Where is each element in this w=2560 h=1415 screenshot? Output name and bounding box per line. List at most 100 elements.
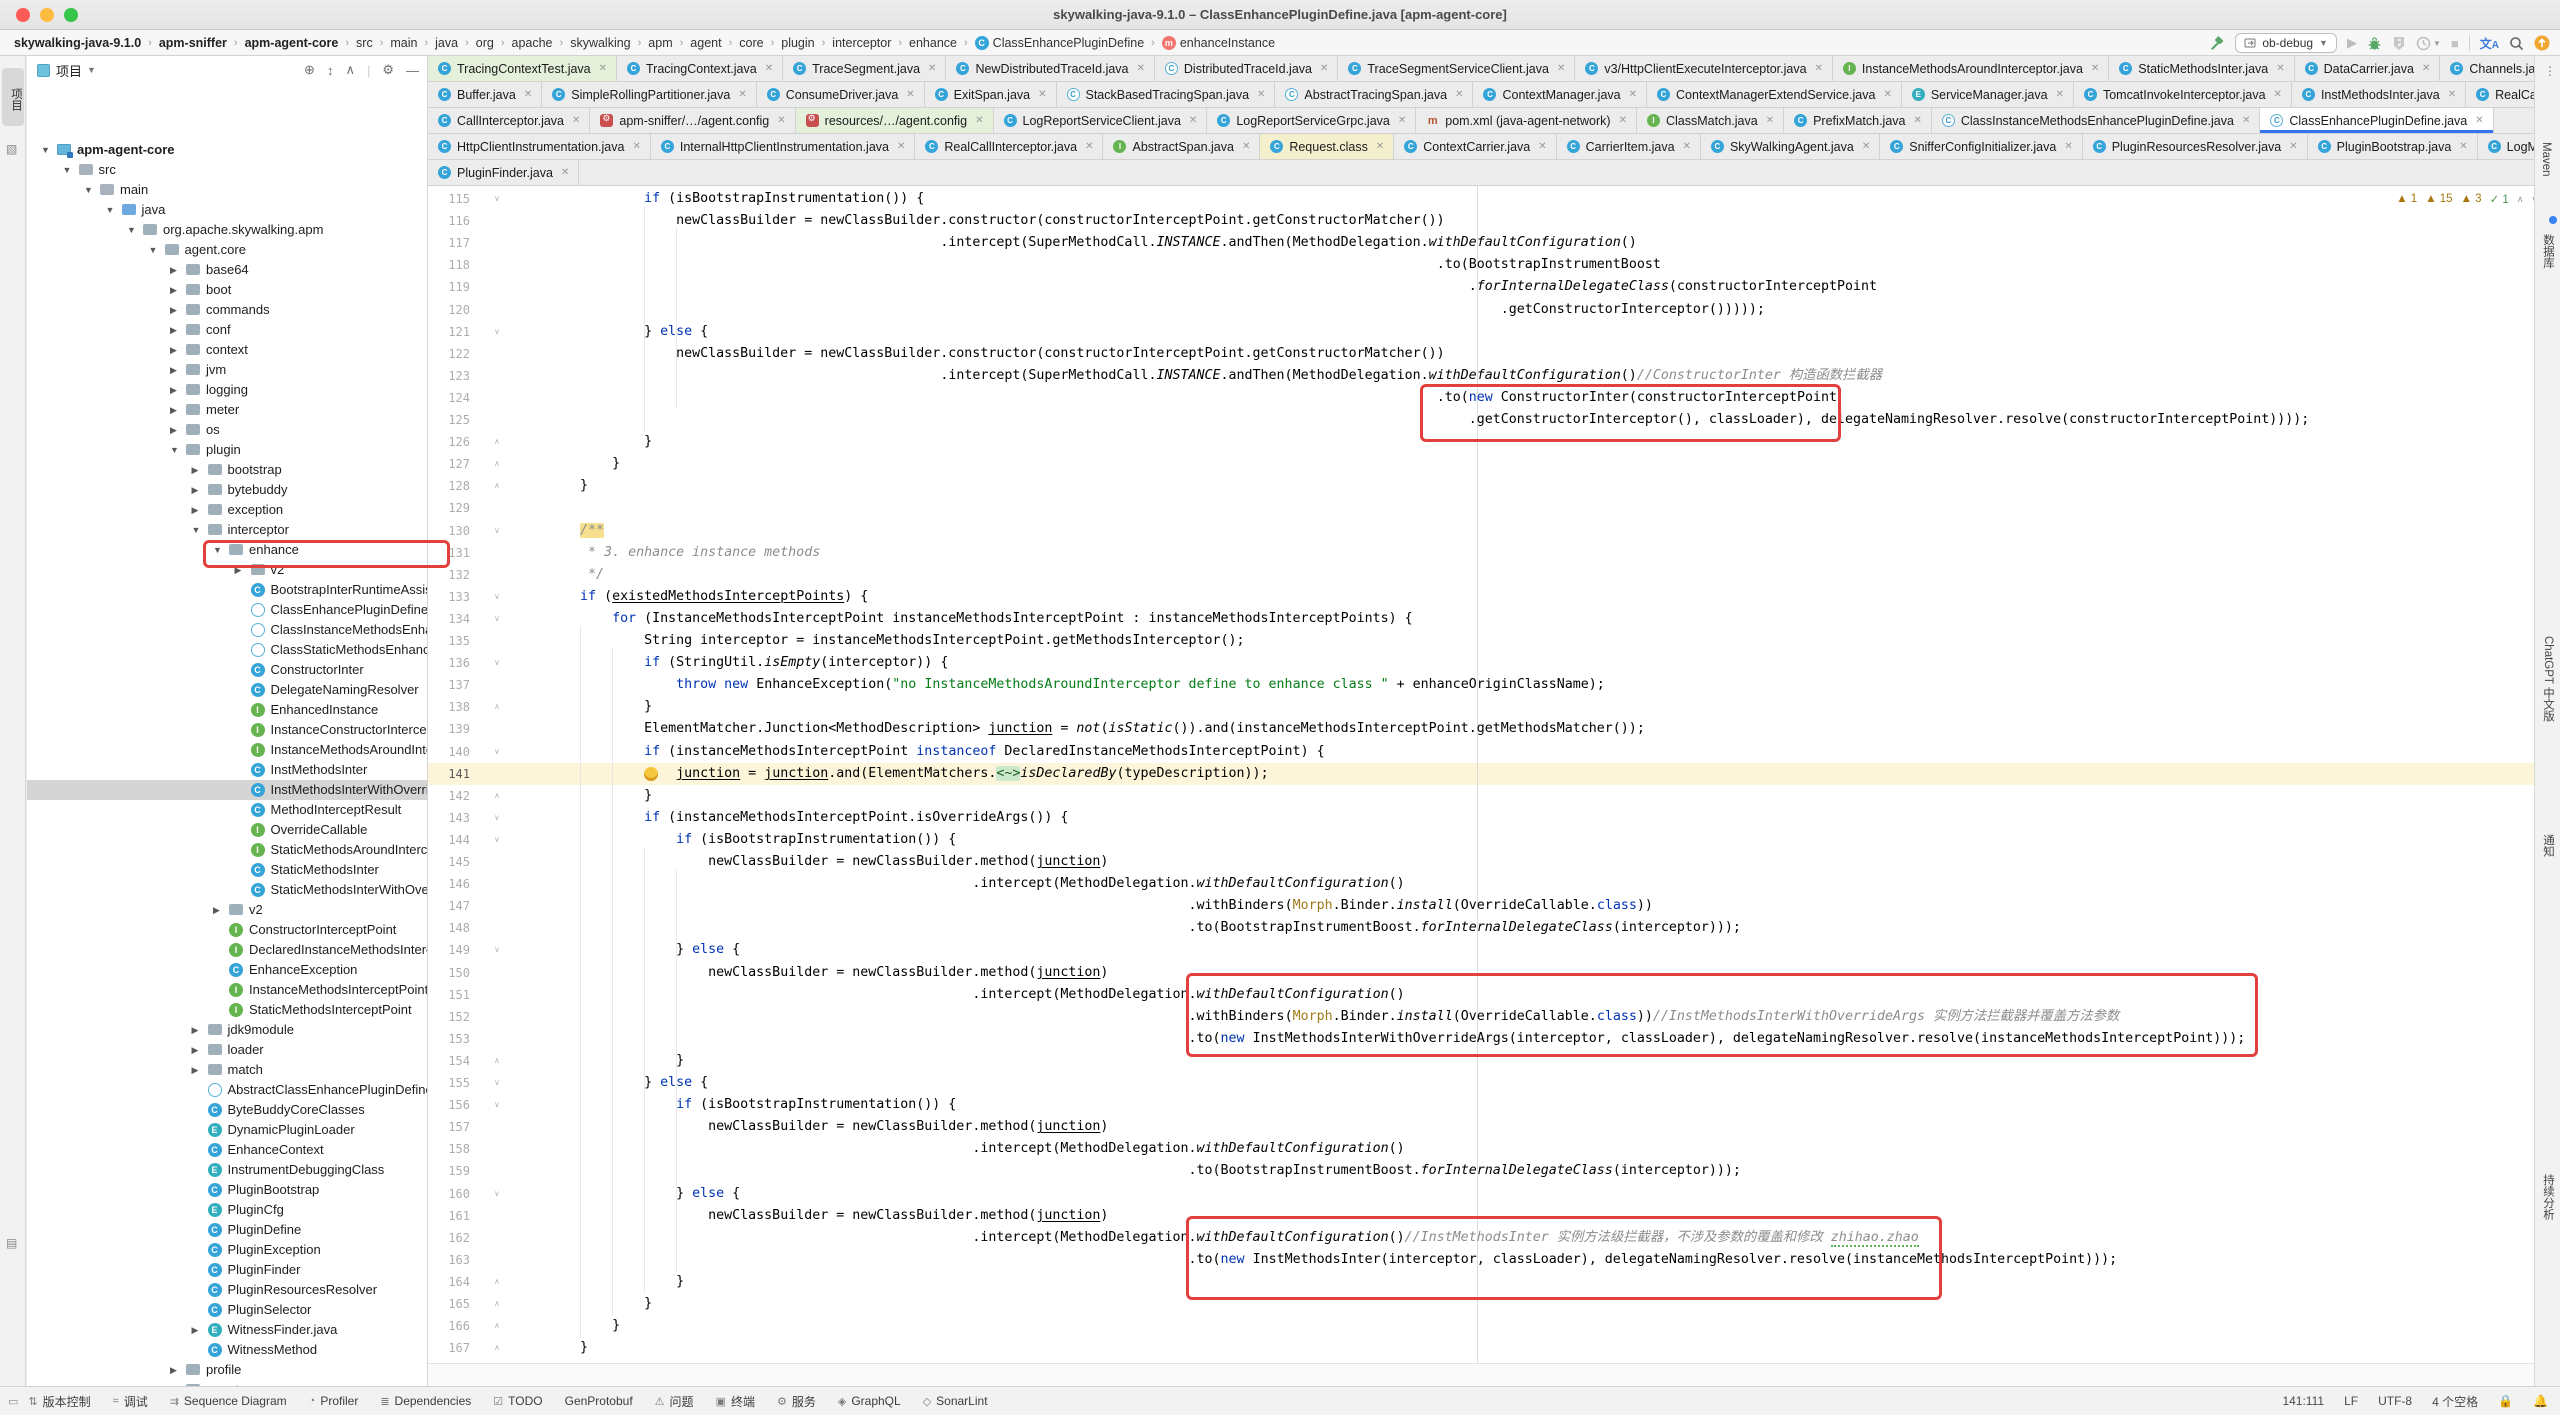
tree-item-pluginselector[interactable]: CPluginSelector bbox=[27, 1300, 427, 1320]
tree-item-declaredinstancemethodsinterceptpoint[interactable]: IDeclaredInstanceMethodsInterceptPoint bbox=[27, 940, 427, 960]
breadcrumb-item[interactable]: ›org bbox=[458, 36, 494, 50]
run-configuration-select[interactable]: ob-debug ▼ bbox=[2235, 33, 2337, 53]
fold-marker-icon[interactable]: ∨ bbox=[494, 188, 500, 210]
gutter-line-number[interactable]: 120 bbox=[430, 299, 470, 321]
tree-item-plugincfg[interactable]: EPluginCfg bbox=[27, 1200, 427, 1220]
tree-expand-arrow[interactable]: ▶ bbox=[213, 905, 220, 916]
lock-icon[interactable]: 🔒 bbox=[2498, 1394, 2513, 1408]
close-tab-icon[interactable]: ✕ bbox=[928, 63, 936, 74]
tree-item-agent-core[interactable]: ▼agent.core bbox=[27, 240, 427, 260]
close-tab-icon[interactable]: ✕ bbox=[524, 89, 532, 100]
tree-item-logging[interactable]: ▶logging bbox=[27, 380, 427, 400]
tree-expand-arrow[interactable]: ▶ bbox=[192, 1045, 199, 1056]
breadcrumb-item[interactable]: ›plugin bbox=[764, 36, 815, 50]
notifications-bell-icon[interactable]: 🔔 bbox=[2533, 1394, 2548, 1408]
tree-item-overridecallable[interactable]: IOverrideCallable bbox=[27, 820, 427, 840]
tree-item-methodinterceptresult[interactable]: CMethodInterceptResult bbox=[27, 800, 427, 820]
breadcrumb-item[interactable]: ›agent bbox=[673, 36, 722, 50]
fold-marker-icon[interactable]: ∨ bbox=[494, 1094, 500, 1116]
tab-classmatch-java[interactable]: IClassMatch.java✕ bbox=[1637, 108, 1784, 133]
tab-tomcatinvokeinterceptor-java[interactable]: CTomcatInvokeInterceptor.java✕ bbox=[2074, 82, 2292, 107]
close-tab-icon[interactable]: ✕ bbox=[1137, 63, 1145, 74]
breadcrumb-item[interactable]: ›enhance bbox=[891, 36, 957, 50]
tree-expand-arrow[interactable]: ▶ bbox=[170, 285, 177, 296]
close-tab-icon[interactable]: ✕ bbox=[1398, 115, 1406, 126]
tool-window-tab-数据库[interactable]: 数据库 bbox=[2540, 234, 2556, 269]
settings-gear-icon[interactable]: ⚙ bbox=[382, 62, 394, 78]
gutter-line-number[interactable]: 127 bbox=[430, 453, 470, 475]
close-tab-icon[interactable]: ✕ bbox=[1766, 115, 1774, 126]
gutter-line-number[interactable]: 145 bbox=[430, 851, 470, 873]
tab-pluginfinder-java[interactable]: CPluginFinder.java✕ bbox=[428, 160, 579, 185]
gutter-line-number[interactable]: 119 bbox=[430, 276, 470, 298]
gutter-line-number[interactable]: 129 bbox=[430, 497, 470, 519]
tree-collapse-arrow[interactable]: ▼ bbox=[106, 205, 115, 215]
gutter-line-number[interactable]: 122 bbox=[430, 343, 470, 365]
tool-window-button-genprotobuf[interactable]: GenProtobuf bbox=[565, 1394, 633, 1408]
close-tab-icon[interactable]: ✕ bbox=[1189, 115, 1197, 126]
gutter-line-number[interactable]: 156 bbox=[430, 1094, 470, 1116]
tab-snifferconfiginitializer-java[interactable]: CSnifferConfigInitializer.java✕ bbox=[1880, 134, 2082, 159]
tool-window-button-profiler[interactable]: ◔Profiler bbox=[309, 1394, 359, 1408]
fold-marker-icon[interactable]: ∧ bbox=[494, 1293, 500, 1315]
tab-servicemanager-java[interactable]: EServiceManager.java✕ bbox=[1902, 82, 2074, 107]
breadcrumb-item[interactable]: ›CClassEnhancePluginDefine bbox=[957, 36, 1144, 50]
tree-item-loader[interactable]: ▶loader bbox=[27, 1040, 427, 1060]
project-panel-header[interactable]: 项目 ▼ ⊕ ↕ ∧ | ⚙ — bbox=[27, 56, 427, 84]
search-everywhere-icon[interactable] bbox=[2509, 36, 2524, 51]
tree-collapse-arrow[interactable]: ▼ bbox=[63, 165, 72, 175]
fold-marker-icon[interactable]: ∨ bbox=[494, 652, 500, 674]
tool-window-button-dependencies[interactable]: ≣Dependencies bbox=[380, 1394, 471, 1408]
tab-internalhttpclientinstrumentation-java[interactable]: CInternalHttpClientInstrumentation.java✕ bbox=[651, 134, 916, 159]
close-tab-icon[interactable]: ✕ bbox=[2276, 63, 2284, 74]
close-tab-icon[interactable]: ✕ bbox=[599, 63, 607, 74]
tree-item-v2[interactable]: ▶v2 bbox=[27, 900, 427, 920]
tree-expand-arrow[interactable]: ▶ bbox=[192, 1025, 199, 1036]
tree-item-staticmethodsaroundinterceptor[interactable]: IStaticMethodsAroundInterceptor bbox=[27, 840, 427, 860]
tool-window-corner-icon[interactable]: ▭ bbox=[8, 1395, 18, 1408]
gutter-line-number[interactable]: 163 bbox=[430, 1249, 470, 1271]
close-tab-icon[interactable]: ✕ bbox=[1376, 141, 1384, 152]
fold-marker-icon[interactable]: ∨ bbox=[494, 939, 500, 961]
fold-marker-icon[interactable]: ∧ bbox=[494, 1050, 500, 1072]
close-tab-icon[interactable]: ✕ bbox=[2459, 141, 2467, 152]
tab-datacarrier-java[interactable]: CDataCarrier.java✕ bbox=[2295, 56, 2441, 81]
tab-realcallinterceptor-java[interactable]: CRealCallInterceptor.java✕ bbox=[915, 134, 1103, 159]
gutter-line-number[interactable]: 165 bbox=[430, 1293, 470, 1315]
status-widget[interactable]: 141:111 bbox=[2282, 1394, 2324, 1408]
fold-marker-icon[interactable]: ∨ bbox=[494, 1183, 500, 1205]
tab-exitspan-java[interactable]: CExitSpan.java✕ bbox=[925, 82, 1057, 107]
tree-expand-arrow[interactable]: ▶ bbox=[170, 1365, 177, 1376]
fold-marker-icon[interactable]: ∧ bbox=[494, 1315, 500, 1337]
tree-expand-arrow[interactable]: ▶ bbox=[192, 1065, 199, 1076]
close-tab-icon[interactable]: ✕ bbox=[2422, 63, 2430, 74]
tab-consumedriver-java[interactable]: CConsumeDriver.java✕ bbox=[757, 82, 925, 107]
tree-item-enhancedinstance[interactable]: IEnhancedInstance bbox=[27, 700, 427, 720]
tree-item-meter[interactable]: ▶meter bbox=[27, 400, 427, 420]
close-tab-icon[interactable]: ✕ bbox=[561, 167, 569, 178]
status-widget[interactable]: 4 个空格 bbox=[2432, 1393, 2478, 1410]
tab-prefixmatch-java[interactable]: CPrefixMatch.java✕ bbox=[1784, 108, 1932, 133]
tool-window-button-版本控制[interactable]: ⇅版本控制 bbox=[28, 1393, 90, 1410]
gutter-line-number[interactable]: 157 bbox=[430, 1116, 470, 1138]
tab-skywalkingagent-java[interactable]: CSkyWalkingAgent.java✕ bbox=[1701, 134, 1880, 159]
close-tab-icon[interactable]: ✕ bbox=[2091, 63, 2099, 74]
fold-marker-icon[interactable]: ∧ bbox=[494, 453, 500, 475]
tree-item-bootstrap[interactable]: ▶bootstrap bbox=[27, 460, 427, 480]
tree-item-conf[interactable]: ▶conf bbox=[27, 320, 427, 340]
tree-item-boot[interactable]: ▶boot bbox=[27, 280, 427, 300]
code-editor[interactable]: ▲ 1 ▲ 15 ▲ 3 ✓ 1 ∧ ∨ 115∨if (isBootstrap… bbox=[428, 186, 2560, 1363]
tree-item-instancemethodsaroundinterceptor[interactable]: IInstanceMethodsAroundInterceptor bbox=[27, 740, 427, 760]
tree-item-org-apache-skywalking-apm[interactable]: ▼org.apache.skywalking.apm bbox=[27, 220, 427, 240]
tab-httpclientinstrumentation-java[interactable]: CHttpClientInstrumentation.java✕ bbox=[428, 134, 651, 159]
tab-logreportservicegrpc-java[interactable]: CLogReportServiceGrpc.java✕ bbox=[1207, 108, 1416, 133]
tree-item-os[interactable]: ▶os bbox=[27, 420, 427, 440]
tree-expand-arrow[interactable]: ▶ bbox=[192, 465, 199, 476]
close-tab-icon[interactable]: ✕ bbox=[632, 141, 640, 152]
fold-marker-icon[interactable]: ∨ bbox=[494, 586, 500, 608]
tab-simplerollingpartitioner-java[interactable]: CSimpleRollingPartitioner.java✕ bbox=[542, 82, 757, 107]
gutter-line-number[interactable]: 136 bbox=[430, 652, 470, 674]
close-tab-icon[interactable]: ✕ bbox=[1242, 141, 1250, 152]
tab-abstractspan-java[interactable]: IAbstractSpan.java✕ bbox=[1103, 134, 1260, 159]
fold-marker-icon[interactable]: ∧ bbox=[494, 785, 500, 807]
